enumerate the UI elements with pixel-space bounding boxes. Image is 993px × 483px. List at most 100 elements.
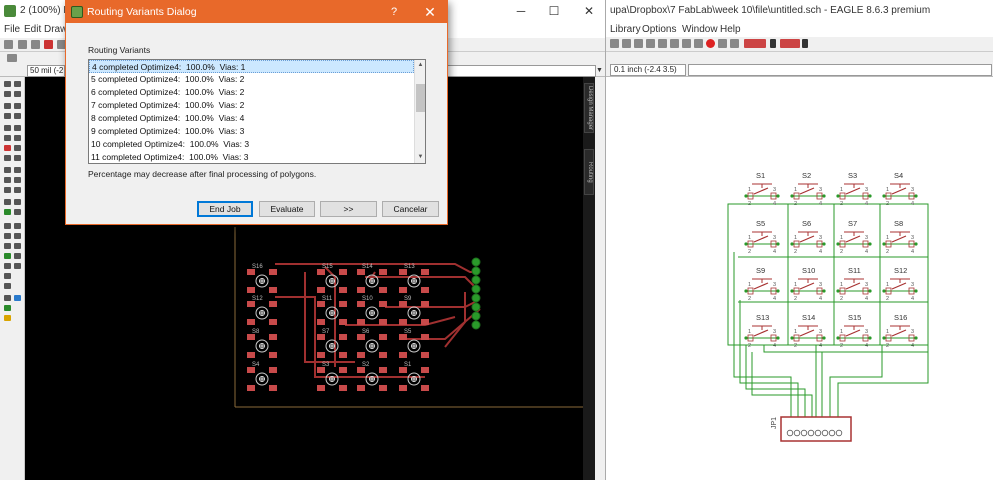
dimension-icon[interactable] — [4, 263, 11, 269]
attribute-icon[interactable] — [14, 253, 21, 259]
variant-row[interactable]: 10 completed Optimize4: 100.0% Vias: 3 — [89, 138, 414, 151]
text-icon[interactable] — [14, 223, 21, 229]
zoom-fit-icon[interactable] — [610, 39, 619, 48]
menu-edit[interactable]: Edit — [24, 24, 41, 35]
via-icon[interactable] — [14, 209, 21, 215]
schematic-canvas[interactable]: S1 1 3 2 4 S2 1 3 2 4 S3 1 3 2 4 S4 1 3 2 4 S5 1 3 2 4 S6 1 3 2 4 S7 1 3… — [606, 77, 993, 480]
signal-icon[interactable] — [4, 209, 11, 215]
chevron-down-icon[interactable] — [770, 39, 776, 48]
optimize-icon[interactable] — [4, 187, 11, 193]
schematic-command-line-input[interactable] — [688, 64, 992, 76]
stop-icon[interactable] — [706, 39, 715, 48]
next-button[interactable]: >> — [320, 201, 377, 217]
route-icon[interactable] — [4, 199, 11, 205]
zoom-out-icon[interactable] — [634, 39, 643, 48]
arc-icon[interactable] — [14, 233, 21, 239]
cam-icon[interactable] — [44, 40, 53, 49]
side-tab-design-manager[interactable]: Design Manager — [584, 83, 594, 133]
zoom-in-icon[interactable] — [622, 39, 631, 48]
variant-row[interactable]: 4 completed Optimize4: 100.0% Vias: 1 — [89, 60, 414, 73]
ripup-icon[interactable] — [14, 199, 21, 205]
show-icon[interactable] — [14, 81, 21, 87]
menu-help[interactable]: Help — [720, 24, 741, 35]
cancel-button[interactable]: Cancelar — [382, 201, 439, 217]
mirror-icon[interactable] — [4, 113, 11, 119]
scroll-thumb[interactable] — [416, 84, 425, 112]
evaluate-button[interactable]: Evaluate — [259, 201, 315, 217]
menu-window[interactable]: Window — [682, 24, 718, 35]
circle-icon[interactable] — [4, 233, 11, 239]
dialog-close-button[interactable]: ✕ — [418, 2, 442, 22]
menu-options[interactable]: Options — [642, 24, 676, 35]
rotate-icon[interactable] — [14, 113, 21, 119]
list-scrollbar[interactable]: ▲ ▼ — [414, 60, 425, 163]
redraw-icon[interactable] — [670, 39, 679, 48]
drc-icon[interactable] — [4, 315, 11, 321]
replace-icon[interactable] — [14, 145, 21, 151]
delete-icon[interactable] — [14, 135, 21, 141]
rect-icon[interactable] — [4, 243, 11, 249]
redo-icon[interactable] — [694, 39, 703, 48]
miter-icon[interactable] — [4, 177, 11, 183]
menu-draw[interactable]: Draw — [44, 24, 67, 35]
polygon-icon[interactable] — [14, 243, 21, 249]
split-icon[interactable] — [14, 177, 21, 183]
variant-row[interactable]: 5 completed Optimize4: 100.0% Vias: 2 — [89, 73, 414, 86]
pin-label: 1 — [748, 282, 751, 288]
erc-icon[interactable] — [4, 305, 11, 311]
layer-select-icon[interactable] — [7, 54, 17, 62]
fusion-sync-icon[interactable] — [780, 39, 800, 48]
print-icon[interactable] — [31, 40, 40, 49]
paste-icon[interactable] — [4, 135, 11, 141]
add-icon[interactable] — [4, 145, 11, 151]
smash-icon[interactable] — [14, 167, 21, 173]
value-icon[interactable] — [4, 167, 11, 173]
hole-icon[interactable] — [4, 253, 11, 259]
window-close-button[interactable]: ✕ — [578, 3, 600, 19]
menu-library[interactable]: Library — [610, 24, 641, 35]
board-scrollbar[interactable] — [595, 77, 605, 480]
open-icon[interactable] — [4, 40, 13, 49]
mark-icon[interactable] — [14, 91, 21, 97]
undo-icon[interactable] — [682, 39, 691, 48]
change-icon[interactable] — [14, 125, 21, 131]
lock-icon[interactable] — [4, 155, 11, 161]
copy-icon[interactable] — [14, 103, 21, 109]
go-icon[interactable] — [718, 39, 727, 48]
info-icon[interactable] — [4, 81, 11, 87]
help-button[interactable]: ? — [384, 4, 404, 20]
smd-icon[interactable] — [4, 283, 11, 289]
display-icon[interactable] — [4, 91, 11, 97]
autorouter-icon[interactable] — [4, 295, 11, 301]
zoom-select-icon[interactable] — [646, 39, 655, 48]
auto-icon[interactable] — [14, 295, 21, 301]
zoom-last-icon[interactable] — [658, 39, 667, 48]
scroll-up-icon[interactable]: ▲ — [415, 60, 425, 71]
pad-icon[interactable] — [4, 273, 11, 279]
variant-row[interactable]: 11 completed Optimize4: 100.0% Vias: 3 — [89, 151, 414, 163]
save-icon[interactable] — [18, 40, 27, 49]
side-tab-routing[interactable]: Routing — [584, 149, 594, 195]
variant-row[interactable]: 8 completed Optimize4: 100.0% Vias: 4 — [89, 112, 414, 125]
chevron-down-icon[interactable]: ▼ — [596, 65, 604, 77]
variant-row[interactable]: 6 completed Optimize4: 100.0% Vias: 2 — [89, 86, 414, 99]
menu-file[interactable]: File — [4, 24, 20, 35]
schematic-grid-coordinate-field[interactable]: 0.1 inch (-2.4 3.5) — [610, 64, 686, 76]
maximize-button[interactable]: ☐ — [543, 3, 565, 19]
meander-icon[interactable] — [14, 187, 21, 193]
scroll-down-icon[interactable]: ▼ — [415, 152, 425, 163]
variants-list[interactable]: 4 completed Optimize4: 100.0% Vias: 1 5 … — [88, 59, 426, 164]
help-icon[interactable] — [730, 39, 739, 48]
minimize-button[interactable]: ─ — [510, 3, 532, 19]
variant-row[interactable]: 9 completed Optimize4: 100.0% Vias: 3 — [89, 125, 414, 138]
chevron-down-icon[interactable] — [802, 39, 808, 48]
move-icon[interactable] — [4, 103, 11, 109]
end-job-button[interactable]: End Job — [197, 201, 253, 217]
design-link-icon[interactable] — [744, 39, 766, 48]
variant-row[interactable]: 7 completed Optimize4: 100.0% Vias: 2 — [89, 99, 414, 112]
grid-coordinate-field[interactable]: 50 mil (-2 — [27, 65, 65, 77]
group-icon[interactable] — [4, 125, 11, 131]
line-icon[interactable] — [4, 223, 11, 229]
name-icon[interactable] — [14, 155, 21, 161]
ratsnest-icon[interactable] — [14, 263, 21, 269]
